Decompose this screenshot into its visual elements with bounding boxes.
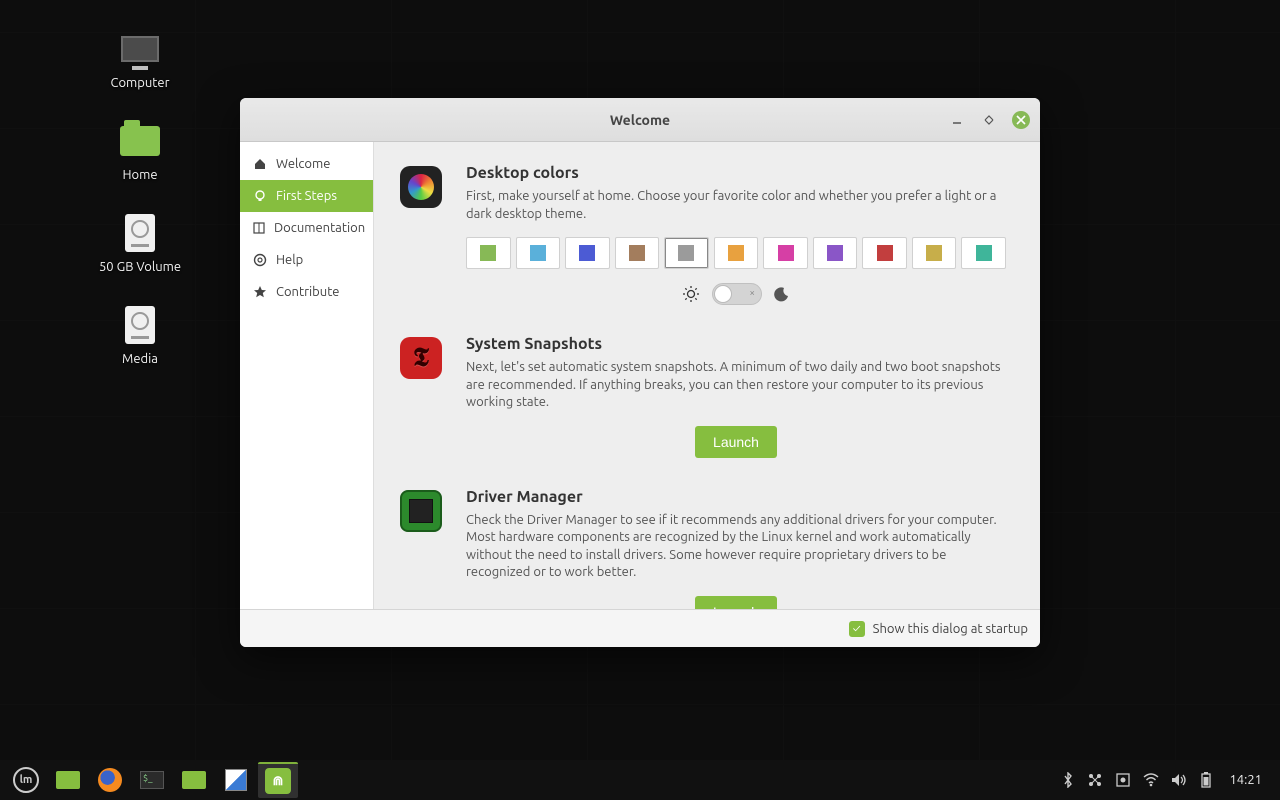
- titlebar[interactable]: Welcome: [240, 98, 1040, 142]
- update-icon[interactable]: [1115, 772, 1131, 788]
- sidebar-item-welcome[interactable]: Welcome: [240, 148, 373, 180]
- section-system-snapshots: 𝕿 System Snapshots Next, let's set autom…: [400, 335, 1006, 458]
- battery-icon[interactable]: [1199, 771, 1213, 789]
- sun-icon: [682, 285, 700, 303]
- sidebar-item-label: First Steps: [276, 189, 337, 203]
- content-scroll[interactable]: Desktop colors First, make yourself at h…: [374, 142, 1032, 609]
- color-swatch[interactable]: [862, 237, 907, 269]
- section-driver-manager: Driver Manager Check the Driver Manager …: [400, 488, 1006, 609]
- system-tray: 14:21: [1053, 771, 1274, 789]
- section-title: Driver Manager: [466, 488, 1006, 506]
- sidebar-item-contribute[interactable]: Contribute: [240, 276, 373, 308]
- terminal-icon: $_: [140, 771, 164, 789]
- sidebar-item-help[interactable]: Help: [240, 244, 373, 276]
- theme-toggle[interactable]: ×: [712, 283, 762, 305]
- sidebar-item-documentation[interactable]: Documentation: [240, 212, 373, 244]
- content: Desktop colors First, make yourself at h…: [374, 142, 1040, 609]
- colors-icon: [400, 166, 442, 208]
- section-title: Desktop colors: [466, 164, 1006, 182]
- driver-icon: [400, 490, 442, 532]
- timeshift-icon: 𝕿: [400, 337, 442, 379]
- folder-icon: [120, 126, 160, 156]
- network-icon[interactable]: [1143, 773, 1159, 787]
- desktop-icons: Computer Home 50 GB Volume Media: [70, 28, 210, 396]
- sidebar-item-label: Help: [276, 253, 303, 267]
- mint-icon: ⋒: [265, 768, 291, 794]
- section-desc: Next, let's set automatic system snapsho…: [466, 359, 1006, 412]
- moon-icon: [774, 286, 790, 302]
- section-desc: First, make yourself at home. Choose you…: [466, 188, 1006, 223]
- menu-button[interactable]: lm: [6, 762, 46, 798]
- section-desc: Check the Driver Manager to see if it re…: [466, 512, 1006, 582]
- color-swatch[interactable]: [763, 237, 808, 269]
- firefox-launcher[interactable]: [90, 762, 130, 798]
- section-title: System Snapshots: [466, 335, 1006, 353]
- desktop-icon-volume[interactable]: 50 GB Volume: [70, 212, 210, 274]
- volume-icon[interactable]: [1171, 773, 1187, 787]
- startup-checkbox-label: Show this dialog at startup: [873, 622, 1028, 636]
- sidebar-item-first-steps[interactable]: First Steps: [240, 180, 373, 212]
- show-desktop-button[interactable]: [48, 762, 88, 798]
- minimize-button[interactable]: [948, 111, 966, 129]
- drive-icon: [125, 306, 155, 344]
- maximize-button[interactable]: [980, 111, 998, 129]
- launch-button-driver[interactable]: Launch: [695, 596, 777, 609]
- welcome-window: Welcome Welcome: [240, 98, 1040, 647]
- launch-button-snapshots[interactable]: Launch: [695, 426, 777, 458]
- color-swatch[interactable]: [516, 237, 561, 269]
- color-swatch[interactable]: [961, 237, 1006, 269]
- color-swatch[interactable]: [714, 237, 759, 269]
- drive-icon: [125, 214, 155, 252]
- book-icon: [252, 220, 266, 236]
- app-icon: [225, 769, 247, 791]
- monitor-icon: [121, 36, 159, 62]
- taskbar-welcome[interactable]: ⋒: [258, 762, 298, 798]
- sidebar-item-label: Welcome: [276, 157, 330, 171]
- bulb-icon: [252, 188, 268, 204]
- taskbar-app-1[interactable]: [216, 762, 256, 798]
- star-icon: [252, 284, 268, 300]
- home-icon: [252, 156, 268, 172]
- startup-checkbox[interactable]: ✓: [849, 621, 865, 637]
- window-footer: ✓ Show this dialog at startup: [240, 609, 1040, 647]
- close-button[interactable]: [1012, 111, 1030, 129]
- tray-app-icon[interactable]: [1087, 772, 1103, 788]
- desktop-icon-media[interactable]: Media: [70, 304, 210, 366]
- firefox-icon: [98, 768, 122, 792]
- window-title: Welcome: [610, 112, 670, 128]
- color-swatch[interactable]: [912, 237, 957, 269]
- clock[interactable]: 14:21: [1225, 773, 1266, 787]
- color-swatch[interactable]: [565, 237, 610, 269]
- terminal-launcher[interactable]: $_: [132, 762, 172, 798]
- section-desktop-colors: Desktop colors First, make yourself at h…: [400, 164, 1006, 305]
- files-launcher[interactable]: [174, 762, 214, 798]
- sidebar-item-label: Documentation: [274, 221, 365, 235]
- sidebar-item-label: Contribute: [276, 285, 339, 299]
- desktop-icon-home[interactable]: Home: [70, 120, 210, 182]
- color-swatch[interactable]: [615, 237, 660, 269]
- desktop-icon-computer[interactable]: Computer: [70, 28, 210, 90]
- color-swatch[interactable]: [813, 237, 858, 269]
- color-swatch[interactable]: [664, 237, 709, 269]
- color-swatches: [466, 237, 1006, 269]
- help-icon: [252, 252, 268, 268]
- bluetooth-icon[interactable]: [1061, 772, 1075, 788]
- folder-icon: [182, 771, 206, 789]
- folder-icon: [56, 771, 80, 789]
- color-swatch[interactable]: [466, 237, 511, 269]
- sidebar: Welcome First Steps Documentation Help: [240, 142, 374, 609]
- taskbar: lm $_ ⋒ 14:21: [0, 760, 1280, 800]
